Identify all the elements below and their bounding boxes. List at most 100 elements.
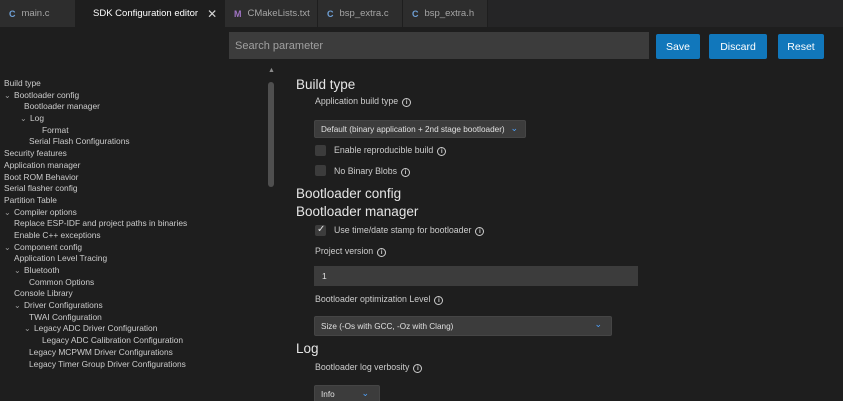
tab-sdk-configuration-editor[interactable]: SDK Configuration editor ✕ — [76, 0, 225, 27]
info-icon[interactable]: i — [402, 98, 412, 107]
tree-item-application-manager[interactable]: Application manager — [0, 160, 229, 172]
tree-item-enable-cpp-exceptions[interactable]: Enable C++ exceptions — [0, 230, 229, 242]
tree-item-label: Console Library — [14, 288, 73, 299]
chevron-down-icon[interactable]: ⌄ — [14, 300, 24, 312]
tree-item-label: Boot ROM Behavior — [4, 171, 79, 182]
tab-label: CMakeLists.txt — [247, 8, 310, 19]
tree-item-boot-rom-behavior[interactable]: Boot ROM Behavior — [0, 172, 229, 184]
editor-tab-bar: C main.c SDK Configuration editor ✕ M CM… — [0, 0, 843, 27]
info-icon[interactable]: i — [475, 227, 485, 236]
tree-item-partition-table[interactable]: Partition Table — [0, 195, 229, 207]
tab-bsp-extra-h[interactable]: C bsp_extra.h — [403, 0, 488, 27]
section-heading-bootloader-manager: Bootloader manager — [296, 204, 419, 219]
field-label: Use time/date stamp for bootloader i — [334, 225, 485, 236]
tree-item-serial-flasher-config[interactable]: Serial flasher config — [0, 183, 229, 195]
select-value: Default (binary application + 2nd stage … — [321, 124, 505, 134]
tree-item-label: Legacy Timer Group Driver Configurations — [29, 358, 186, 369]
tree-item-label: TWAI Configuration — [29, 311, 102, 322]
field-label: Bootloader log verbosity i — [315, 362, 423, 373]
select-value: Info — [321, 389, 335, 399]
tree-item-component-config[interactable]: ⌄ Component config — [0, 242, 229, 254]
chevron-down-icon: ⌄ — [594, 319, 602, 329]
tree-item-label: Serial Flash Configurations — [29, 136, 130, 147]
field-label: Project version i — [315, 246, 387, 257]
no-binary-blobs-checkbox[interactable] — [315, 165, 326, 176]
tree-item-label: Driver Configurations — [24, 300, 103, 311]
chevron-down-icon: ⌄ — [510, 123, 518, 133]
cmake-file-icon: M — [234, 8, 242, 19]
tab-label: bsp_extra.h — [424, 8, 475, 19]
tree-item-security-features[interactable]: Security features — [0, 148, 229, 160]
chevron-down-icon[interactable]: ⌄ — [14, 265, 24, 277]
tree-item-legacy-timer-group[interactable]: Legacy Timer Group Driver Configurations — [0, 359, 229, 371]
section-heading-build-type: Build type — [296, 77, 356, 92]
tree-item-bluetooth[interactable]: ⌄ Bluetooth — [0, 265, 229, 277]
tab-label: main.c — [21, 8, 50, 19]
tree-item-serial-flash-configurations[interactable]: Serial Flash Configurations — [0, 136, 229, 148]
tree-item-application-level-tracing[interactable]: Application Level Tracing — [0, 253, 229, 265]
tree-item-label: Legacy ADC Calibration Configuration — [42, 335, 184, 346]
tree-item-bootloader-manager[interactable]: Bootloader manager — [0, 101, 229, 113]
close-icon[interactable]: ✕ — [207, 7, 217, 21]
tree-item-compiler-options[interactable]: ⌄ Compiler options — [0, 207, 229, 219]
reproducible-build-checkbox[interactable] — [315, 145, 326, 156]
scroll-up-icon[interactable]: ▲ — [268, 67, 275, 74]
tree-item-label: Log — [30, 113, 44, 124]
search-input[interactable] — [229, 32, 649, 59]
tree-item-console-library[interactable]: Console Library — [0, 288, 229, 300]
tree-item-driver-configurations[interactable]: ⌄ Driver Configurations — [0, 300, 229, 312]
tree-item-twai-configuration[interactable]: TWAI Configuration — [0, 312, 229, 324]
chevron-down-icon: ⌄ — [361, 388, 369, 398]
scrollbar-thumb[interactable] — [268, 82, 274, 187]
no-binary-blobs-label: No Binary Blobs — [334, 166, 398, 176]
tree-item-legacy-adc-driver[interactable]: ⌄ Legacy ADC Driver Configuration — [0, 323, 229, 335]
info-icon[interactable]: i — [437, 147, 447, 156]
timestamp-checkbox[interactable] — [315, 224, 326, 236]
app-build-type-select[interactable]: Default (binary application + 2nd stage … — [314, 120, 526, 138]
tree-item-label: Partition Table — [4, 194, 57, 205]
reproducible-build-label: Enable reproducible build — [334, 145, 434, 155]
section-heading-log: Log — [296, 341, 319, 356]
reset-button[interactable]: Reset — [778, 34, 824, 59]
tree-item-bootloader-config[interactable]: ⌄ Bootloader config — [0, 90, 229, 102]
tree-item-format[interactable]: Format — [0, 125, 229, 137]
tree-item-log[interactable]: ⌄ Log — [0, 113, 229, 125]
tab-cmakelists[interactable]: M CMakeLists.txt — [225, 0, 318, 27]
c-file-icon: C — [327, 8, 334, 19]
tab-label: bsp_extra.c — [339, 8, 389, 19]
tree-item-label: Serial flasher config — [4, 183, 78, 194]
project-version-input[interactable]: 1 — [314, 266, 638, 286]
tree-item-label: Application manager — [4, 159, 81, 170]
tree-item-common-options[interactable]: Common Options — [0, 277, 229, 289]
save-button[interactable]: Save — [656, 34, 700, 59]
chevron-down-icon[interactable]: ⌄ — [20, 113, 30, 125]
chevron-down-icon[interactable]: ⌄ — [4, 242, 14, 254]
app-build-type-label: Application build type — [315, 96, 399, 106]
tab-bsp-extra-c[interactable]: C bsp_extra.c — [318, 0, 403, 27]
chevron-down-icon[interactable]: ⌄ — [24, 323, 34, 335]
discard-button[interactable]: Discard — [709, 34, 767, 59]
chevron-down-icon[interactable]: ⌄ — [4, 207, 14, 219]
tree-item-build-type[interactable]: Build type — [0, 78, 229, 90]
info-icon[interactable]: i — [413, 364, 423, 373]
tree-item-label: Component config — [14, 241, 82, 252]
log-verbosity-select[interactable]: Info ⌄ — [314, 385, 380, 401]
tree-item-label: Common Options — [29, 276, 95, 287]
timestamp-label: Use time/date stamp for bootloader — [334, 225, 472, 235]
field-label: Bootloader optimization Level i — [315, 294, 444, 305]
tree-item-legacy-mcpwm[interactable]: Legacy MCPWM Driver Configurations — [0, 347, 229, 359]
opt-level-label: Bootloader optimization Level — [315, 294, 431, 304]
info-icon[interactable]: i — [401, 168, 411, 177]
tree-item-label: Build type — [4, 78, 41, 88]
tree-item-label: Enable C++ exceptions — [14, 229, 101, 240]
tree-item-legacy-adc-calibration[interactable]: Legacy ADC Calibration Configuration — [0, 335, 229, 347]
tree-item-replace-paths[interactable]: Replace ESP-IDF and project paths in bin… — [0, 218, 229, 230]
tree-item-label: Compiler options — [14, 206, 77, 217]
section-heading-bootloader-config: Bootloader config — [296, 186, 402, 201]
opt-level-select[interactable]: Size (-Os with GCC, -Oz with Clang) ⌄ — [314, 316, 612, 336]
tree-item-label: Bluetooth — [24, 265, 60, 275]
chevron-down-icon[interactable]: ⌄ — [4, 90, 14, 102]
info-icon[interactable]: i — [434, 296, 444, 305]
tab-main-c[interactable]: C main.c — [0, 0, 76, 27]
info-icon[interactable]: i — [377, 248, 387, 257]
